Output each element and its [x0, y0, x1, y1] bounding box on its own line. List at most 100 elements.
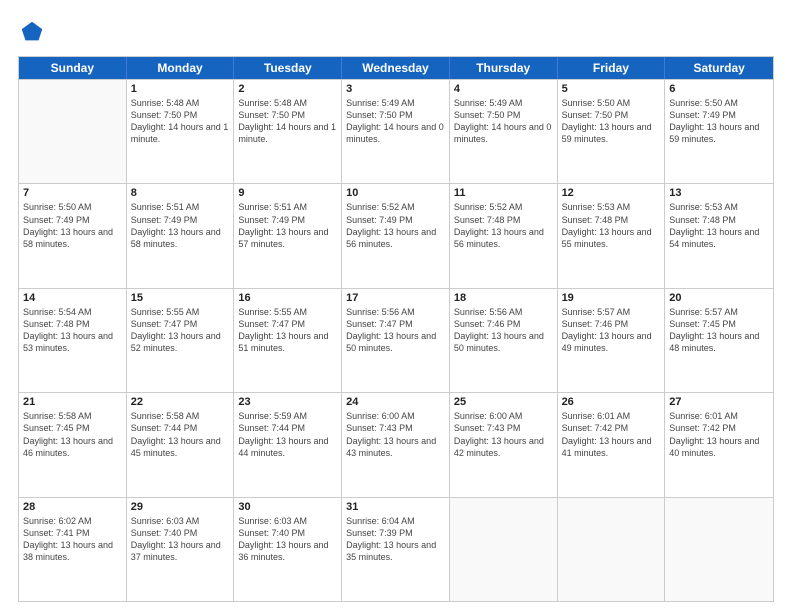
sunrise-label: Sunrise: 5:52 AM — [454, 202, 523, 212]
calendar-cell-4: 4Sunrise: 5:49 AMSunset: 7:50 PMDaylight… — [450, 80, 558, 183]
day-info: Sunrise: 5:55 AM Sunset: 7:47 PM Daylight:… — [131, 306, 230, 355]
day-info: Sunrise: 5:54 AMSunset: 7:48 PMDaylight:… — [23, 306, 122, 355]
sunset-label: Sunset: 7:43 PM — [454, 423, 521, 433]
daylight-label: Daylight: 13 hours and 51 minutes. — [238, 331, 328, 353]
calendar-cell-17: 17Sunrise: 5:56 AMSunset: 7:47 PMDayligh… — [342, 289, 450, 392]
sunset-label: Sunset: 7:48 PM — [562, 215, 629, 225]
daylight-label: Daylight: 13 hours and 57 minutes. — [238, 227, 328, 249]
day-info: Sunrise: 5:56 AMSunset: 7:47 PMDaylight:… — [346, 306, 445, 355]
calendar-week-1: 1 Sunrise: 5:48 AM Sunset: 7:50 PM Daylight… — [19, 79, 773, 183]
sunrise-label: Sunrise: 5:56 AM — [454, 307, 523, 317]
sunrise-label: Sunrise: 5:55 AM — [131, 307, 200, 317]
day-number: 18 — [454, 292, 553, 304]
calendar-cell-9: 9Sunrise: 5:51 AMSunset: 7:49 PMDaylight… — [234, 184, 342, 287]
day-number: 13 — [669, 187, 769, 199]
sunset-label: Sunset: 7:49 PM — [131, 215, 198, 225]
day-info: Sunrise: 5:51 AMSunset: 7:49 PMDaylight:… — [131, 201, 230, 250]
sunrise-label: Sunrise: 5:57 AM — [562, 307, 631, 317]
calendar-week-4: 21Sunrise: 5:58 AMSunset: 7:45 PMDayligh… — [19, 392, 773, 496]
day-number: 31 — [346, 501, 445, 513]
calendar-cell-empty — [450, 498, 558, 601]
calendar-header-monday: Monday — [127, 57, 235, 79]
day-number: 23 — [238, 396, 337, 408]
day-number: 3 — [346, 83, 445, 95]
daylight-label: Daylight: 13 hours and 55 minutes. — [562, 227, 652, 249]
sunset-label: Sunset: 7:49 PM — [23, 215, 90, 225]
day-number: 19 — [562, 292, 661, 304]
daylight-label: Daylight: 13 hours and 48 minutes. — [669, 331, 759, 353]
sunrise-label: Sunrise: 5:52 AM — [346, 202, 415, 212]
day-info: Sunrise: 5:57 AMSunset: 7:45 PMDaylight:… — [669, 306, 769, 355]
sunrise-label: Sunrise: 5:56 AM — [346, 307, 415, 317]
daylight-label: Daylight: 13 hours and 45 minutes. — [131, 436, 221, 458]
sunrise-label: Sunrise: 5:53 AM — [562, 202, 631, 212]
calendar-cell-25: 25Sunrise: 6:00 AMSunset: 7:43 PMDayligh… — [450, 393, 558, 496]
sunrise-label: Sunrise: 5:58 AM — [23, 411, 92, 421]
daylight-label: Daylight: 13 hours and 59 minutes. — [669, 122, 759, 144]
day-info: Sunrise: 5:52 AMSunset: 7:49 PMDaylight:… — [346, 201, 445, 250]
sunrise-label: Sunrise: 6:01 AM — [562, 411, 631, 421]
sunset-label: Sunset: 7:40 PM — [131, 528, 198, 538]
calendar-cell-28: 28Sunrise: 6:02 AMSunset: 7:41 PMDayligh… — [19, 498, 127, 601]
calendar-body: 1 Sunrise: 5:48 AM Sunset: 7:50 PM Daylight… — [19, 79, 773, 601]
daylight-label: Daylight: 14 hours and 0 minutes. — [454, 122, 552, 144]
sunrise-label: Sunrise: 5:49 AM — [346, 98, 415, 108]
calendar-cell-empty — [19, 80, 127, 183]
calendar-cell-8: 8Sunrise: 5:51 AMSunset: 7:49 PMDaylight… — [127, 184, 235, 287]
calendar-week-5: 28 Sunrise: 6:02 AM Sunset: 7:41 PM Dayligh… — [19, 497, 773, 601]
calendar-cell-empty — [558, 498, 666, 601]
day-number: 20 — [669, 292, 769, 304]
sunset-label: Sunset: 7:46 PM — [454, 319, 521, 329]
sunrise-label: Sunrise: 5:58 AM — [131, 411, 200, 421]
daylight-label: Daylight: 13 hours and 56 minutes. — [454, 227, 544, 249]
day-number: 17 — [346, 292, 445, 304]
calendar-cell-27: 27Sunrise: 6:01 AMSunset: 7:42 PMDayligh… — [665, 393, 773, 496]
daylight-label: Daylight: 14 hours and 1 minute. — [238, 122, 336, 144]
calendar-cell-15: 15Sunrise: 5:55 AMSunset: 7:47 PMDayligh… — [127, 289, 235, 392]
sunset-label: Sunset: 7:50 PM — [131, 110, 198, 120]
sunrise-label: Sunrise: 5:48 AM — [238, 98, 307, 108]
sunset-label: Sunset: 7:42 PM — [562, 423, 629, 433]
day-number: 26 — [562, 396, 661, 408]
daylight-label: Daylight: 13 hours and 40 minutes. — [669, 436, 759, 458]
sunset-label: Sunset: 7:41 PM — [23, 528, 90, 538]
day-number: 21 — [23, 396, 122, 408]
day-number: 28 — [23, 501, 122, 513]
header — [18, 18, 774, 46]
daylight-label: Daylight: 13 hours and 41 minutes. — [562, 436, 652, 458]
sunset-label: Sunset: 7:47 PM — [131, 319, 198, 329]
sunset-label: Sunset: 7:50 PM — [562, 110, 629, 120]
daylight-label: Daylight: 13 hours and 37 minutes. — [131, 540, 221, 562]
calendar-header-tuesday: Tuesday — [234, 57, 342, 79]
daylight-label: Daylight: 13 hours and 58 minutes. — [23, 227, 113, 249]
calendar-cell-26: 26 Sunrise: 6:01 AM Sunset: 7:42 PM Dayligh… — [558, 393, 666, 496]
calendar-cell-13: 13Sunrise: 5:53 AMSunset: 7:48 PMDayligh… — [665, 184, 773, 287]
calendar: SundayMondayTuesdayWednesdayThursdayFrid… — [18, 56, 774, 602]
day-number: 7 — [23, 187, 122, 199]
calendar-week-2: 7Sunrise: 5:50 AMSunset: 7:49 PMDaylight… — [19, 183, 773, 287]
sunrise-label: Sunrise: 6:02 AM — [23, 516, 92, 526]
calendar-cell-3: 3Sunrise: 5:49 AMSunset: 7:50 PMDaylight… — [342, 80, 450, 183]
daylight-label: Daylight: 13 hours and 52 minutes. — [131, 331, 221, 353]
sunrise-label: Sunrise: 5:50 AM — [562, 98, 631, 108]
sunset-label: Sunset: 7:49 PM — [238, 215, 305, 225]
calendar-cell-29: 29Sunrise: 6:03 AMSunset: 7:40 PMDayligh… — [127, 498, 235, 601]
daylight-label: Daylight: 13 hours and 42 minutes. — [454, 436, 544, 458]
day-info: Sunrise: 6:01 AMSunset: 7:42 PMDaylight:… — [669, 410, 769, 459]
sunset-label: Sunset: 7:45 PM — [669, 319, 736, 329]
calendar-cell-31: 31Sunrise: 6:04 AMSunset: 7:39 PMDayligh… — [342, 498, 450, 601]
calendar-cell-5: 5Sunrise: 5:50 AMSunset: 7:50 PMDaylight… — [558, 80, 666, 183]
day-info: Sunrise: 5:53 AM Sunset: 7:48 PM Daylight:… — [562, 201, 661, 250]
day-number: 30 — [238, 501, 337, 513]
calendar-header-wednesday: Wednesday — [342, 57, 450, 79]
calendar-cell-30: 30Sunrise: 6:03 AMSunset: 7:40 PMDayligh… — [234, 498, 342, 601]
calendar-header-row: SundayMondayTuesdayWednesdayThursdayFrid… — [19, 57, 773, 79]
day-number: 6 — [669, 83, 769, 95]
sunrise-label: Sunrise: 5:49 AM — [454, 98, 523, 108]
sunset-label: Sunset: 7:47 PM — [346, 319, 413, 329]
sunset-label: Sunset: 7:48 PM — [669, 215, 736, 225]
day-number: 1 — [131, 83, 230, 95]
day-info: Sunrise: 5:50 AMSunset: 7:49 PMDaylight:… — [669, 97, 769, 146]
sunrise-label: Sunrise: 5:54 AM — [23, 307, 92, 317]
sunset-label: Sunset: 7:48 PM — [454, 215, 521, 225]
